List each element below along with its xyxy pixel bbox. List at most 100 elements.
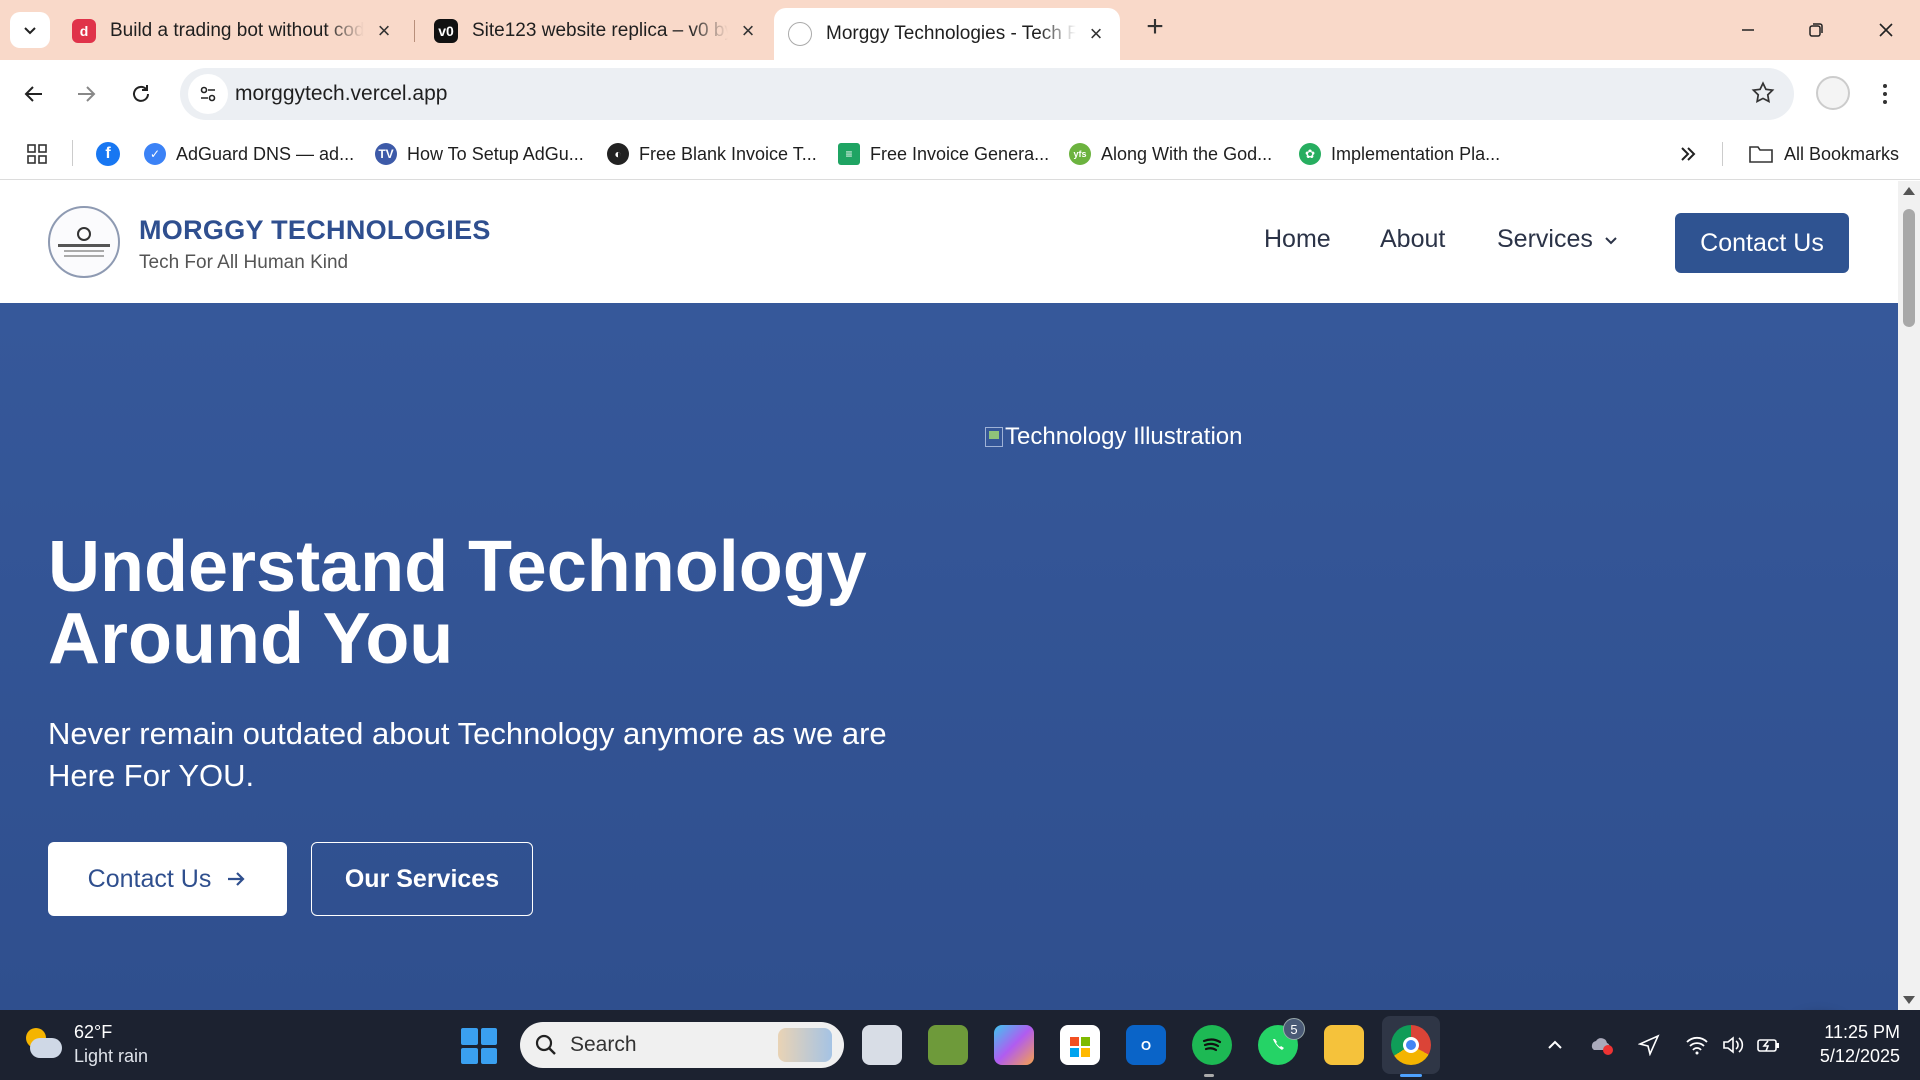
tab-trading-bot[interactable]: d Build a trading bot without cod × xyxy=(58,10,408,52)
onedrive-icon[interactable] xyxy=(1586,1030,1616,1060)
close-icon[interactable]: × xyxy=(1086,21,1106,47)
bookmark-along-with-god[interactable]: yfs Along With the God... xyxy=(1069,140,1272,168)
bookmark-separator xyxy=(1722,142,1723,166)
copilot-icon[interactable] xyxy=(994,1025,1034,1065)
more-bookmarks-button[interactable] xyxy=(1678,140,1698,168)
search-icon xyxy=(535,1034,556,1055)
weather-desc: Light rain xyxy=(74,1046,149,1066)
windows-taskbar: 62°F Light rain Search O 5 11:25 PM 5/12… xyxy=(0,1010,1920,1080)
photos-app-icon[interactable] xyxy=(928,1025,968,1065)
site-info-button[interactable] xyxy=(188,74,228,114)
wifi-icon[interactable] xyxy=(1682,1030,1712,1060)
menu-dot-icon xyxy=(1883,100,1887,104)
system-clock[interactable]: 11:25 PM 5/12/2025 xyxy=(1800,1020,1900,1068)
battery-icon[interactable] xyxy=(1754,1030,1784,1060)
browser-menu-button[interactable] xyxy=(1870,76,1900,112)
page-scrollbar[interactable] xyxy=(1898,181,1920,1010)
tab-search-button[interactable] xyxy=(10,12,50,48)
restore-button[interactable] xyxy=(1786,10,1846,50)
yfs-icon: yfs xyxy=(1069,143,1091,165)
navigation-arrow-icon xyxy=(1638,1034,1660,1056)
minimize-icon xyxy=(1742,29,1754,31)
bookmark-adguard-dns[interactable]: ✓ AdGuard DNS — ad... xyxy=(144,140,354,168)
apps-button[interactable] xyxy=(26,140,48,168)
reload-button[interactable] xyxy=(121,74,161,114)
chrome-icon[interactable] xyxy=(1391,1025,1431,1065)
hero-services-button[interactable]: Our Services xyxy=(311,842,533,916)
chevron-up-icon xyxy=(1548,1040,1562,1049)
tab-title: Morggy Technologies - Tech For xyxy=(826,23,1076,44)
close-icon[interactable]: × xyxy=(374,18,394,44)
invoice-icon: ≡ xyxy=(838,143,860,165)
bookmark-setup-adguard[interactable]: TV How To Setup AdGu... xyxy=(375,140,584,168)
site-icon xyxy=(788,22,812,46)
brand-name[interactable]: MORGGY TECHNOLOGIES xyxy=(139,215,491,246)
site-header: MORGGY TECHNOLOGIES Tech For All Human K… xyxy=(0,181,1898,303)
spotify-waves-icon xyxy=(1202,1038,1222,1052)
nav-about[interactable]: About xyxy=(1380,225,1445,254)
url-text[interactable]: morggytech.vercel.app xyxy=(235,82,447,106)
new-tab-button[interactable]: + xyxy=(1138,12,1172,46)
web-page: MORGGY TECHNOLOGIES Tech For All Human K… xyxy=(0,181,1898,1010)
forward-button[interactable] xyxy=(66,74,106,114)
weather-rain-icon xyxy=(24,1026,64,1062)
location-icon[interactable] xyxy=(1634,1030,1664,1060)
nav-home[interactable]: Home xyxy=(1264,225,1331,254)
scroll-up-arrow-icon[interactable] xyxy=(1903,187,1915,195)
spotify-icon[interactable] xyxy=(1192,1025,1232,1065)
battery-charging-icon xyxy=(1757,1039,1779,1052)
weather-temp: 62°F xyxy=(74,1022,113,1042)
windows-logo-icon xyxy=(480,1028,497,1045)
globe-icon: ◐ xyxy=(607,143,629,165)
taskbar-search[interactable]: Search xyxy=(520,1022,844,1068)
bookmark-star-button[interactable] xyxy=(1750,80,1776,111)
volume-icon[interactable] xyxy=(1718,1030,1748,1060)
tab-title: Site123 website replica – v0 by V xyxy=(472,20,728,41)
running-indicator xyxy=(1204,1074,1214,1077)
arrow-left-icon xyxy=(24,86,42,102)
tab-morggy-technologies[interactable]: Morggy Technologies - Tech For × xyxy=(774,8,1120,60)
bookmark-facebook[interactable]: f xyxy=(96,140,130,168)
site-logo[interactable] xyxy=(48,206,120,278)
outlook-icon[interactable]: O xyxy=(1126,1025,1166,1065)
address-bar[interactable]: morggytech.vercel.app xyxy=(180,68,1794,120)
chevron-down-icon xyxy=(1605,236,1617,244)
menu-dot-icon xyxy=(1883,92,1887,96)
scroll-thumb[interactable] xyxy=(1903,209,1915,327)
apps-grid-icon xyxy=(27,144,47,164)
bookmark-blank-invoice[interactable]: ◐ Free Blank Invoice T... xyxy=(607,140,817,168)
nav-services[interactable]: Services xyxy=(1497,225,1619,254)
show-hidden-icons-button[interactable] xyxy=(1540,1030,1570,1060)
all-bookmarks-label: All Bookmarks xyxy=(1784,143,1900,164)
chevron-down-icon xyxy=(24,27,36,35)
close-icon xyxy=(1879,23,1893,37)
star-icon xyxy=(1751,81,1775,104)
double-chevron-right-icon xyxy=(1681,147,1696,161)
bookmark-implementation-plan[interactable]: ✿ Implementation Pla... xyxy=(1299,140,1500,168)
task-view-icon[interactable] xyxy=(862,1025,902,1065)
clock-date: 5/12/2025 xyxy=(1819,1046,1900,1066)
start-button[interactable] xyxy=(461,1028,497,1064)
v0-icon: v0 xyxy=(434,19,458,43)
speaker-icon xyxy=(1723,1036,1744,1054)
back-button[interactable] xyxy=(14,74,54,114)
bookmarks-bar: f ✓ AdGuard DNS — ad... TV How To Setup … xyxy=(0,128,1920,180)
scroll-down-arrow-icon[interactable] xyxy=(1903,996,1915,1004)
file-explorer-icon[interactable] xyxy=(1324,1025,1364,1065)
weather-widget[interactable]: 62°F Light rain xyxy=(24,1020,148,1068)
minimize-button[interactable] xyxy=(1718,10,1778,50)
wifi-signal-icon xyxy=(1686,1036,1708,1055)
tab-site123-replica[interactable]: v0 Site123 website replica – v0 by V × xyxy=(420,10,772,52)
profile-avatar[interactable] xyxy=(1816,76,1850,110)
hero-subtitle: Never remain outdated about Technology a… xyxy=(48,716,887,793)
hero-contact-button[interactable]: Contact Us xyxy=(48,842,287,916)
bookmark-invoice-generator[interactable]: ≡ Free Invoice Genera... xyxy=(838,140,1049,168)
nav-contact-button[interactable]: Contact Us xyxy=(1675,213,1849,273)
close-window-button[interactable] xyxy=(1856,10,1916,50)
close-icon[interactable]: × xyxy=(738,18,758,44)
globe-icon xyxy=(77,227,91,241)
tab-separator xyxy=(414,20,415,42)
logo-line xyxy=(64,255,104,257)
all-bookmarks-button[interactable]: All Bookmarks xyxy=(1748,140,1899,168)
microsoft-store-icon[interactable] xyxy=(1060,1025,1100,1065)
